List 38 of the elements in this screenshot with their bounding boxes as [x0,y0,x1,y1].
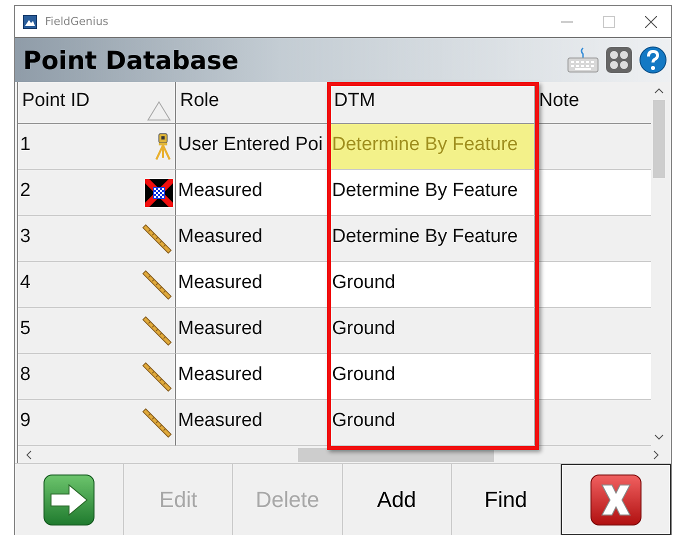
table-cell[interactable]: Ground [330,308,535,354]
scroll-down-icon[interactable] [654,434,664,440]
ruler-icon [141,268,173,300]
column-label: Point ID [22,90,90,112]
scroll-up-icon[interactable] [654,88,664,94]
table-cell[interactable]: Measured [176,400,330,446]
close-icon[interactable] [645,16,657,28]
table-cell[interactable]: Ground [330,400,535,446]
keyboard-icon[interactable] [567,46,599,74]
tripod-icon [153,132,173,162]
table-cell[interactable]: 1 [18,124,176,170]
table-cell[interactable]: Determine By Feature [330,216,535,262]
target-icon [145,178,173,206]
app-icon [23,14,37,28]
table-cell[interactable]: 2 [18,170,176,216]
table-cell[interactable]: 8 [18,354,176,400]
scroll-left-icon[interactable] [26,450,32,460]
scrollbar-thumb[interactable] [653,100,665,178]
scroll-right-icon[interactable] [653,450,659,460]
ruler-icon [141,406,173,438]
ruler-icon [141,360,173,392]
window-title: FieldGenius [45,15,108,28]
table-cell[interactable]: Measured [176,308,330,354]
column-header[interactable]: Point ID [18,82,176,124]
table-cell[interactable]: User Entered Poi [176,124,330,170]
close-button[interactable] [560,464,672,535]
ruler-icon [141,222,173,254]
page-title: Point Database [23,46,239,74]
table-cell[interactable]: 5 [18,308,176,354]
calculator-icon[interactable] [605,46,633,74]
help-icon[interactable] [639,46,667,74]
close-icon [590,474,642,526]
table-cell[interactable]: 9 [18,400,176,446]
ruler-icon [141,314,173,346]
table-cell[interactable]: 3 [18,216,176,262]
table-cell[interactable]: 4 [18,262,176,308]
table-cell[interactable]: Measured [176,216,330,262]
column-header[interactable]: Role [176,82,330,124]
